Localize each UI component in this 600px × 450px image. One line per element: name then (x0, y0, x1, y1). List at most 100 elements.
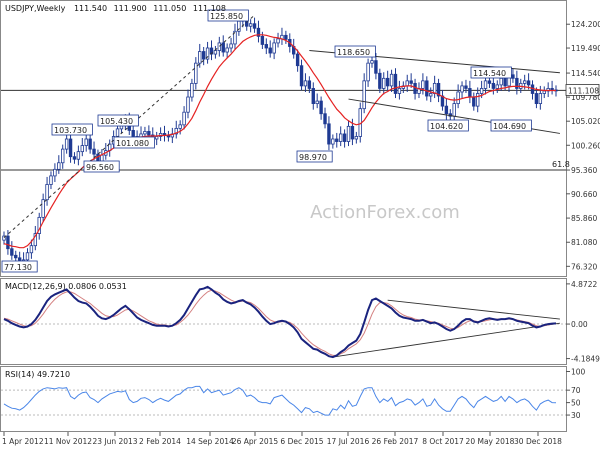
candle-body (303, 80, 308, 87)
candle-body (276, 38, 280, 44)
macd-y-tick-label: 0.00 (571, 320, 588, 329)
fib-level-label: 61.8 (552, 160, 570, 169)
candle-body (378, 72, 382, 89)
candle-body (315, 100, 319, 105)
candle-body (405, 80, 409, 87)
rsi-line (3, 385, 557, 416)
candle-body (88, 138, 92, 150)
candle-body (57, 162, 61, 170)
watermark: ActionForex.com (310, 202, 460, 223)
candle-body (84, 138, 88, 146)
candle-body (268, 47, 272, 54)
candle-body (323, 113, 327, 125)
candle-body (284, 34, 288, 40)
candle-body (72, 156, 77, 160)
candle-body (131, 130, 135, 137)
price-panel-frame (0, 0, 567, 277)
candle-body (483, 80, 488, 89)
candle-body (487, 80, 492, 84)
candle-body (186, 96, 190, 113)
macd-signal-line (3, 289, 557, 356)
candle-body (194, 62, 198, 84)
price-y-tick-label: 105.020 (571, 117, 600, 126)
x-axis: 1 Apr 2012 11 Nov 2012 23 Jun 2013 2 Feb 20… (2, 432, 562, 446)
candle-body (389, 73, 394, 87)
candle-body (14, 254, 18, 259)
candle-body (295, 53, 300, 67)
candle-body (526, 80, 531, 86)
x-tick-label: 26 Apr 2015 (232, 437, 279, 446)
candle-body (182, 111, 186, 126)
x-tick-label: 20 May 2018 (466, 437, 515, 446)
x-tick-label: 30 Dec 2018 (514, 437, 562, 446)
candle-body (413, 82, 417, 94)
candle-body (542, 90, 546, 94)
candle-body (225, 47, 229, 53)
candle-body (511, 74, 515, 79)
candle-body (346, 125, 351, 142)
price-callout-label: 105.430 (100, 117, 133, 126)
candle-body (45, 184, 49, 201)
rsi-title: RSI(14) 49.7210 (5, 370, 70, 379)
candle-body (80, 145, 84, 153)
candle-body (452, 103, 456, 117)
rsi-y-tick-label: 50 (571, 399, 581, 408)
price-callout-label: 104.690 (493, 122, 526, 131)
price-y-tick-label: 114.540 (571, 69, 600, 78)
candle-body (444, 105, 449, 115)
candle-body (491, 82, 496, 89)
candle-body (49, 175, 53, 185)
candle-body (25, 252, 30, 261)
rsi-y-tick-label: 100 (571, 367, 586, 376)
macd-upper-trendline (387, 299, 560, 320)
candle-body (468, 88, 472, 98)
price-callout-label: 114.540 (473, 69, 506, 78)
macd-y-tick-label: 4.8722 (571, 280, 597, 289)
price-y-tick-label: 90.660 (571, 190, 597, 199)
candle-body (338, 133, 343, 142)
rsi-layer: 100 70 50 30 (1, 367, 586, 420)
price-callout-label: 98.970 (299, 153, 327, 162)
macd-line (3, 285, 557, 359)
candle-body (252, 23, 257, 29)
candle-body (464, 85, 468, 89)
candle-body (495, 84, 499, 89)
candle-body (350, 125, 355, 140)
candle-body (385, 77, 390, 87)
x-tick-label: 2 Feb 2014 (139, 437, 181, 446)
x-tick-label: 8 Oct 2017 (422, 437, 464, 446)
candle-body (503, 77, 507, 87)
price-layer: 124.200119.490114.540109.780105.020100.2… (1, 9, 600, 273)
candle-body (260, 35, 265, 45)
candle-body (53, 168, 57, 177)
price-callout-label: 103.730 (54, 126, 87, 135)
x-tick-label: 6 Dec 2015 (280, 437, 323, 446)
candle-body (534, 93, 539, 105)
candle-body (17, 257, 22, 261)
candle-body (382, 77, 386, 89)
candle-body (147, 131, 151, 136)
price-y-tick-label: 81.080 (571, 238, 597, 247)
price-y-tick-label: 95.360 (571, 166, 597, 175)
price-y-tick-label: 76.320 (571, 262, 597, 271)
candle-body (319, 100, 323, 115)
price-callout-label: 101.080 (116, 139, 149, 148)
usdjpy-weekly-chart: ActionForex.com 124.200 119.490 114.540 109… (0, 0, 600, 450)
candle-body (178, 124, 182, 129)
candle-body (479, 88, 484, 94)
candle-body (335, 138, 339, 142)
price-y-tick-label: 100.260 (571, 141, 600, 150)
candle-body (154, 136, 159, 140)
candle-body (64, 138, 69, 150)
price-y-tick-label: 119.490 (571, 44, 600, 53)
price-title: USDJPY,Weekly 111.540 111.900 111.050 11… (5, 4, 226, 13)
x-tick-label: 23 Jun 2013 (92, 437, 137, 446)
candle-body (311, 88, 315, 105)
candle-body (198, 51, 202, 64)
candle-body (499, 77, 503, 86)
candle-body (374, 60, 378, 74)
candle-body (307, 80, 312, 89)
candle-body (115, 128, 120, 137)
price-callout-label: 118.650 (337, 48, 370, 57)
candle-body (41, 199, 45, 218)
